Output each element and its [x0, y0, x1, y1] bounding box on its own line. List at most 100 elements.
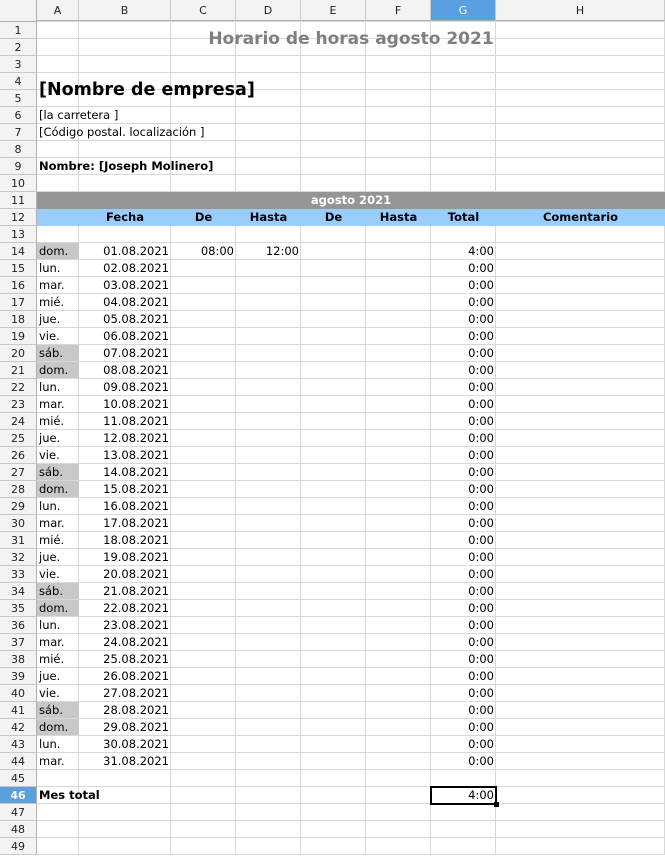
day-total-cell[interactable]: 0:00	[431, 481, 496, 497]
header-fecha[interactable]: Fecha	[79, 209, 171, 226]
date-cell[interactable]: 14.08.2021	[79, 464, 171, 480]
date-cell[interactable]: 05.08.2021	[79, 311, 171, 327]
date-cell[interactable]: 27.08.2021	[79, 685, 171, 701]
day-name-cell[interactable]: dom.	[37, 243, 79, 259]
header-de-1[interactable]: De	[171, 209, 236, 226]
day-total-cell[interactable]: 0:00	[431, 396, 496, 412]
date-cell[interactable]: 31.08.2021	[79, 753, 171, 769]
column-header-f[interactable]: F	[366, 0, 431, 21]
to-time-cell[interactable]	[236, 413, 301, 429]
from-time-cell[interactable]	[171, 566, 236, 582]
date-cell[interactable]: 13.08.2021	[79, 447, 171, 463]
day-total-cell[interactable]: 0:00	[431, 668, 496, 684]
header-hasta-1[interactable]: Hasta	[236, 209, 301, 226]
header-hasta-2[interactable]: Hasta	[366, 209, 431, 226]
date-cell[interactable]: 01.08.2021	[79, 243, 171, 259]
row-header[interactable]: 19	[0, 328, 37, 345]
row-header[interactable]: 45	[0, 770, 37, 787]
from-time-cell[interactable]	[171, 464, 236, 480]
row-header[interactable]: 16	[0, 277, 37, 294]
row-header[interactable]: 47	[0, 804, 37, 821]
row-header[interactable]: 21	[0, 362, 37, 379]
day-name-cell[interactable]: jue.	[37, 549, 79, 565]
from-time-cell[interactable]	[171, 413, 236, 429]
row-header[interactable]: 18	[0, 311, 37, 328]
from-time-cell[interactable]	[171, 600, 236, 616]
row-header[interactable]: 36	[0, 617, 37, 634]
day-total-cell[interactable]: 0:00	[431, 515, 496, 531]
from-time-cell[interactable]	[171, 481, 236, 497]
to-time-cell[interactable]	[236, 345, 301, 361]
day-name-cell[interactable]: vie.	[37, 566, 79, 582]
row-header[interactable]: 44	[0, 753, 37, 770]
day-name-cell[interactable]: sáb.	[37, 583, 79, 599]
header-total[interactable]: Total	[431, 209, 496, 226]
date-cell[interactable]: 04.08.2021	[79, 294, 171, 310]
day-name-cell[interactable]: mar.	[37, 634, 79, 650]
date-cell[interactable]: 11.08.2021	[79, 413, 171, 429]
date-cell[interactable]: 08.08.2021	[79, 362, 171, 378]
row-header[interactable]: 13	[0, 226, 37, 243]
day-total-cell[interactable]: 0:00	[431, 634, 496, 650]
day-name-cell[interactable]: dom.	[37, 600, 79, 616]
day-total-cell[interactable]: 0:00	[431, 600, 496, 616]
to-time-cell[interactable]	[236, 515, 301, 531]
day-name-cell[interactable]: mié.	[37, 294, 79, 310]
date-cell[interactable]: 30.08.2021	[79, 736, 171, 752]
from-time-cell[interactable]	[171, 753, 236, 769]
date-cell[interactable]: 02.08.2021	[79, 260, 171, 276]
from-time-cell[interactable]	[171, 328, 236, 344]
from-time-cell[interactable]	[171, 702, 236, 718]
day-total-cell[interactable]: 0:00	[431, 702, 496, 718]
from-time-cell[interactable]	[171, 260, 236, 276]
to-time-cell[interactable]	[236, 328, 301, 344]
day-name-cell[interactable]: lun.	[37, 498, 79, 514]
row-header[interactable]: 20	[0, 345, 37, 362]
day-name-cell[interactable]: vie.	[37, 328, 79, 344]
to-time-cell[interactable]	[236, 294, 301, 310]
from-time-cell[interactable]	[171, 447, 236, 463]
row-header[interactable]: 41	[0, 702, 37, 719]
employee-name-cell[interactable]: Nombre: [Joseph Molinero]	[37, 158, 364, 175]
from-time-cell[interactable]	[171, 396, 236, 412]
date-cell[interactable]: 23.08.2021	[79, 617, 171, 633]
fill-handle[interactable]	[494, 802, 499, 807]
day-name-cell[interactable]: dom.	[37, 481, 79, 497]
to-time-cell[interactable]	[236, 549, 301, 565]
day-name-cell[interactable]: jue.	[37, 430, 79, 446]
date-cell[interactable]: 17.08.2021	[79, 515, 171, 531]
row-header[interactable]: 7	[0, 124, 37, 141]
row-header[interactable]: 8	[0, 141, 37, 158]
row-header[interactable]: 6	[0, 107, 37, 124]
row-header[interactable]: 35	[0, 600, 37, 617]
to-time-cell[interactable]	[236, 600, 301, 616]
day-total-cell[interactable]: 0:00	[431, 719, 496, 735]
day-total-cell[interactable]: 4:00	[431, 243, 496, 259]
day-total-cell[interactable]: 0:00	[431, 549, 496, 565]
column-header-c[interactable]: C	[171, 0, 236, 21]
to-time-cell[interactable]: 12:00	[236, 243, 301, 259]
row-header[interactable]: 32	[0, 549, 37, 566]
row-header[interactable]: 17	[0, 294, 37, 311]
to-time-cell[interactable]	[236, 260, 301, 276]
row-header[interactable]: 31	[0, 532, 37, 549]
day-total-cell[interactable]: 0:00	[431, 430, 496, 446]
day-total-cell[interactable]: 0:00	[431, 583, 496, 599]
column-header-g[interactable]: G	[431, 0, 496, 21]
date-cell[interactable]: 22.08.2021	[79, 600, 171, 616]
date-cell[interactable]: 09.08.2021	[79, 379, 171, 395]
row-header[interactable]: 46	[0, 787, 37, 804]
to-time-cell[interactable]	[236, 277, 301, 293]
day-total-cell[interactable]: 0:00	[431, 651, 496, 667]
day-name-cell[interactable]: dom.	[37, 362, 79, 378]
to-time-cell[interactable]	[236, 685, 301, 701]
from-time-cell[interactable]	[171, 498, 236, 514]
day-total-cell[interactable]: 0:00	[431, 447, 496, 463]
from-time-cell[interactable]	[171, 532, 236, 548]
row-header[interactable]: 25	[0, 430, 37, 447]
row-header[interactable]: 5	[0, 90, 37, 107]
from-time-cell[interactable]	[171, 345, 236, 361]
day-total-cell[interactable]: 0:00	[431, 617, 496, 633]
day-total-cell[interactable]: 0:00	[431, 328, 496, 344]
row-header[interactable]: 38	[0, 651, 37, 668]
